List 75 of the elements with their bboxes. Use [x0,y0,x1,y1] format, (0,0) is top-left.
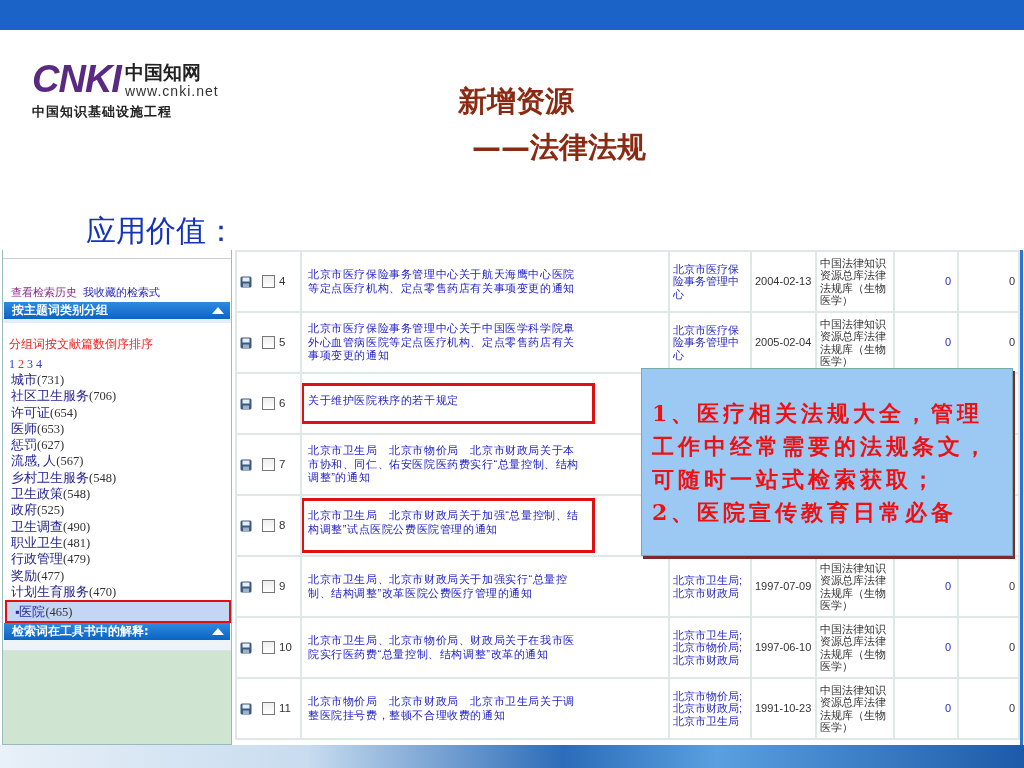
row-number: 6 [279,396,286,411]
logo-url: www.cnki.net [124,82,219,99]
checkbox[interactable] [262,458,275,471]
source-cell: 中国法律知识资源总库法律法规库（生物医学） [820,561,886,611]
row-number: 8 [279,518,286,533]
page-link[interactable]: 1 [9,357,15,372]
collapse-icon[interactable] [212,307,224,314]
row-number: 5 [279,335,286,350]
checkbox[interactable] [262,519,275,532]
date-cell: 1997-06-10 [755,640,812,653]
slide-subtitle: ——法律法规 [472,129,646,166]
group-item[interactable]: 卫生政策(548) [9,486,225,503]
checkbox[interactable] [262,397,275,410]
group-item[interactable]: 职业卫生(481) [9,534,225,552]
page-link[interactable]: 3 [27,357,33,372]
group-item[interactable]: 乡村卫生服务(548) [9,469,225,487]
page-link[interactable]: 4 [36,357,42,372]
logo-name: 中国知网 [124,60,202,83]
title-link[interactable]: 北京市卫生局 北京市财政局关于加强“总量控制、结构调整”试点医院公费医院管理的通知 [301,498,595,553]
row-number: 10 [279,640,292,655]
callout-text: 2、医院宣传教育日常必备 [652,498,959,527]
checkbox[interactable] [262,641,275,654]
group-item[interactable]: 许可证(654) [9,404,225,421]
date-cell: 2005-02-04 [755,335,812,348]
count-cell: 0 [1008,701,1015,714]
row-number: 7 [279,457,286,472]
count-cell: 0 [1008,335,1015,348]
count-link[interactable]: 0 [944,335,951,348]
date-cell: 2004-02-13 [755,274,812,287]
logo-tagline: 中国知识基础设施工程 [32,103,173,121]
group-item[interactable]: 政府(525) [9,502,225,519]
count-link[interactable]: 0 [944,579,951,592]
panel-header[interactable]: 按主题词类别分组 [4,302,230,319]
row-number: 9 [279,579,286,594]
page-link[interactable]: 2 [18,357,24,372]
checkbox[interactable] [262,702,275,715]
count-link[interactable]: 0 [944,701,951,714]
panel-title: 按主题词类别分组 [12,303,108,318]
group-item[interactable]: 奖励(477) [9,567,225,584]
sort-note: 分组词按文献篇数倒序排序 [9,337,154,352]
group-item[interactable]: 卫生调查(490) [9,518,225,535]
slide-title: 新增资源 [458,83,575,120]
group-item[interactable]: 计划生育服务(470) [9,583,225,601]
callout-text: 1、医疗相关法规大全，管理工作中经常需要的法规条文，可随时一站式检索获取； [652,399,991,494]
group-item[interactable]: 流感, 人(567) [9,453,225,470]
date-cell: 1997-07-09 [755,579,812,592]
group-item[interactable]: 社区卫生服务(706) [9,388,225,405]
count-link[interactable]: 0 [944,640,951,653]
logo-mark: CNKI [32,58,121,101]
date-cell: 1991-10-23 [755,701,812,714]
checkbox[interactable] [262,580,275,593]
group-item[interactable]: 行政管理(479) [9,551,225,568]
collapse-icon[interactable] [212,628,224,636]
source-cell: 中国法律知识资源总库法律法规库（生物医学） [820,256,886,306]
row-number: 4 [279,274,286,289]
sidebar-link[interactable]: 查看检索历史 [11,285,77,300]
count-cell: 0 [1008,640,1015,653]
title-link[interactable]: 关于维护医院秩序的若干规定 [301,382,595,425]
group-item[interactable]: ▪医院(465) [5,600,231,624]
checkbox[interactable] [262,275,275,288]
source-cell: 中国法律知识资源总库法律法规库（生物医学） [820,317,886,367]
panel-title: 检索词在工具书中的解释: [12,624,149,640]
panel-header[interactable]: 检索词在工具书中的解释: [4,623,230,641]
group-item[interactable]: 城市(731) [9,372,225,389]
count-cell: 0 [1008,579,1015,592]
row-number: 11 [279,701,291,716]
checkbox[interactable] [262,336,275,349]
section-heading: 应用价值： [86,212,236,250]
count-link[interactable]: 0 [944,274,951,287]
group-item[interactable]: 惩罚(627) [9,437,225,454]
sidebar-link[interactable]: 我收藏的检索式 [83,285,160,300]
source-cell: 中国法律知识资源总库法律法规库（生物医学） [820,683,886,733]
count-cell: 0 [1008,274,1015,287]
group-item[interactable]: 医师(653) [9,420,225,438]
source-cell: 中国法律知识资源总库法律法规库（生物医学） [820,622,886,672]
